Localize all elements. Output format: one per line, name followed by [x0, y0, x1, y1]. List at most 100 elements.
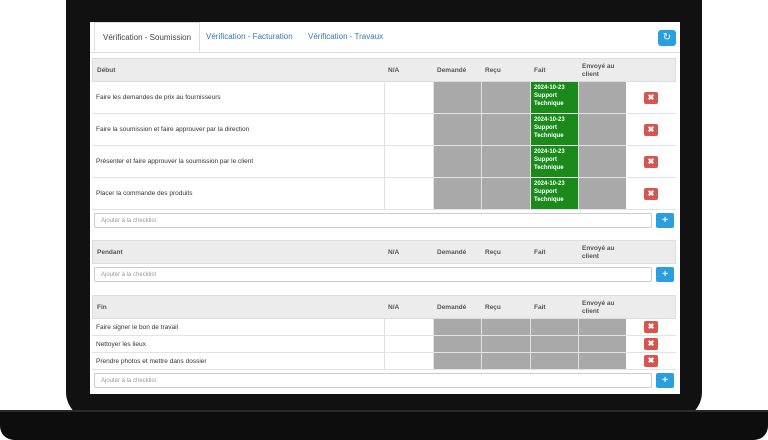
add-checklist-row: Ajouter à la checklist + [92, 267, 676, 285]
delete-button[interactable]: ✖ [644, 92, 658, 104]
cell-envoye[interactable] [578, 146, 626, 177]
cell-envoye[interactable] [578, 82, 626, 113]
tab-bar: Vérification - Soumission Vérification -… [90, 22, 680, 53]
cell-recu[interactable] [481, 114, 530, 145]
section-title: Début [97, 67, 116, 74]
fait-date: 2024-10-23 [534, 181, 565, 187]
section-pendant: Pendant N/A Demandé Reçu Fait Envoyé au … [92, 240, 676, 285]
cell-fait[interactable] [530, 336, 578, 352]
col-demande: Demandé [437, 304, 467, 311]
item-label: Nettoyer les lieux [96, 341, 146, 348]
cell-na[interactable] [384, 353, 433, 369]
cell-recu[interactable] [481, 336, 530, 352]
cell-na[interactable] [384, 82, 433, 113]
section-header: Pendant N/A Demandé Reçu Fait Envoyé au … [92, 240, 676, 264]
tab-soumission[interactable]: Vérification - Soumission [94, 22, 201, 52]
delete-button[interactable]: ✖ [644, 156, 658, 168]
section-title: Fin [97, 304, 107, 311]
section-title: Pendant [97, 249, 123, 256]
cell-na[interactable] [384, 336, 433, 352]
cell-fait[interactable] [530, 353, 578, 369]
close-icon: ✖ [647, 125, 655, 134]
delete-button[interactable]: ✖ [644, 188, 658, 200]
col-na: N/A [388, 249, 400, 256]
add-checklist-row: Ajouter à la checklist + [92, 213, 676, 231]
col-demande: Demandé [437, 67, 467, 74]
item-label: Prendre photos et mettre dans dossier [96, 358, 207, 365]
add-checklist-input[interactable]: Ajouter à la checklist [94, 373, 652, 388]
delete-button[interactable]: ✖ [644, 355, 658, 367]
item-label: Faire les demandes de prix au fournisseu… [96, 94, 221, 101]
fait-date: 2024-10-23 [534, 85, 565, 91]
cell-recu[interactable] [481, 319, 530, 335]
cell-envoye[interactable] [578, 114, 626, 145]
add-checklist-button[interactable]: + [656, 373, 674, 388]
cell-demande[interactable] [433, 82, 481, 113]
add-checklist-button[interactable]: + [656, 213, 674, 228]
close-icon: ✖ [647, 356, 655, 365]
cell-demande[interactable] [433, 178, 481, 209]
fait-by: Support Technique [534, 125, 564, 139]
col-fait: Fait [534, 304, 546, 311]
tab-travaux[interactable]: Vérification - Travaux [300, 22, 391, 52]
close-icon: ✖ [647, 322, 655, 331]
cell-recu[interactable] [481, 353, 530, 369]
cell-envoye[interactable] [578, 178, 626, 209]
cell-demande[interactable] [433, 146, 481, 177]
cell-recu[interactable] [481, 178, 530, 209]
delete-button[interactable]: ✖ [644, 124, 658, 136]
laptop-base [0, 412, 768, 440]
close-icon: ✖ [647, 93, 655, 102]
cell-fait[interactable]: 2024-10-23 Support Technique [530, 178, 578, 209]
add-checklist-input[interactable]: Ajouter à la checklist [94, 213, 652, 228]
cell-fait[interactable]: 2024-10-23 Support Technique [530, 146, 578, 177]
cell-envoye[interactable] [578, 336, 626, 352]
cell-demande[interactable] [433, 353, 481, 369]
cell-recu[interactable] [481, 82, 530, 113]
table-row: Présenter et faire approuver la soumissi… [92, 146, 676, 178]
add-checklist-button[interactable]: + [656, 267, 674, 282]
table-row: Nettoyer les lieux ✖ [92, 336, 676, 353]
cell-envoye[interactable] [578, 353, 626, 369]
table-row: Faire signer le bon de travail ✖ [92, 319, 676, 336]
section-header: Début N/A Demandé Reçu Fait Envoyé au cl… [92, 58, 676, 82]
table-row: Prendre photos et mettre dans dossier ✖ [92, 353, 676, 370]
app-screen: Vérification - Soumission Vérification -… [90, 22, 680, 394]
delete-button[interactable]: ✖ [644, 338, 658, 350]
plus-icon: + [662, 375, 668, 386]
refresh-icon: ↻ [662, 32, 672, 43]
refresh-button[interactable]: ↻ [658, 30, 676, 46]
table-row: Faire la soumission et faire approuver p… [92, 114, 676, 146]
cell-demande[interactable] [433, 319, 481, 335]
cell-fait[interactable]: 2024-10-23 Support Technique [530, 82, 578, 113]
cell-fait[interactable] [530, 319, 578, 335]
cell-demande[interactable] [433, 114, 481, 145]
plus-icon: + [662, 215, 668, 226]
col-envoye: Envoyé au client [582, 300, 615, 315]
tab-facturation[interactable]: Vérification - Facturation [198, 22, 301, 52]
cell-na[interactable] [384, 319, 433, 335]
section-header: Fin N/A Demandé Reçu Fait Envoyé au clie… [92, 295, 676, 319]
close-icon: ✖ [647, 189, 655, 198]
cell-na[interactable] [384, 178, 433, 209]
section-fin: Fin N/A Demandé Reçu Fait Envoyé au clie… [92, 295, 676, 391]
fait-by: Support Technique [534, 93, 564, 107]
section-debut: Début N/A Demandé Reçu Fait Envoyé au cl… [92, 58, 676, 231]
item-label: Faire la soumission et faire approuver p… [96, 126, 250, 133]
col-demande: Demandé [437, 249, 467, 256]
col-envoye: Envoyé au client [582, 245, 615, 260]
fin-rows: Faire signer le bon de travail ✖ Nettoye… [92, 319, 676, 370]
cell-na[interactable] [384, 146, 433, 177]
debut-rows: Faire les demandes de prix au fournisseu… [92, 82, 676, 210]
delete-button[interactable]: ✖ [644, 321, 658, 333]
table-row: Placer la commande des produits 2024-10-… [92, 178, 676, 210]
cell-na[interactable] [384, 114, 433, 145]
cell-fait[interactable]: 2024-10-23 Support Technique [530, 114, 578, 145]
col-na: N/A [388, 304, 400, 311]
col-recu: Reçu [485, 249, 501, 256]
cell-demande[interactable] [433, 336, 481, 352]
add-checklist-input[interactable]: Ajouter à la checklist [94, 267, 652, 282]
cell-envoye[interactable] [578, 319, 626, 335]
table-row: Faire les demandes de prix au fournisseu… [92, 82, 676, 114]
cell-recu[interactable] [481, 146, 530, 177]
